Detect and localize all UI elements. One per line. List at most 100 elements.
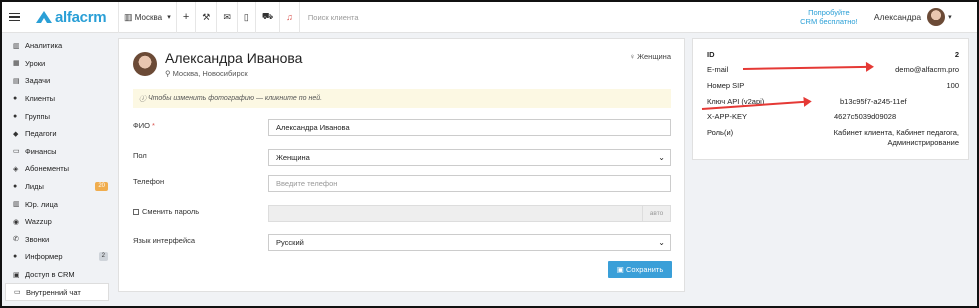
promo-link[interactable]: Попробуйте CRM бесплатно! [794,8,864,26]
building-icon: ▥ [13,201,20,209]
app-frame: alfacrm ▥ Москва ▾ + ⚒ ✉ ▯ ⛟ ♫ Поиск кли… [0,0,979,308]
info-row-x-app-key: X-APP-KEY 4627c5039d09028 [707,112,959,121]
sidebar-item-tasks[interactable]: ▤ Задачи [2,72,112,90]
sidebar-item-teachers[interactable]: ◆ Педагоги [2,125,112,143]
sidebar-item-label: Wazzup [25,217,52,227]
account-info-card: ID 2 E-mail demo@alfacrm.pro Номер SIP 100 … [692,38,969,160]
user-plus-icon: ● [13,183,18,191]
sidebar-item-label: Задачи [25,76,51,86]
search-input[interactable]: Поиск клиента [298,2,789,33]
gender-label: Пол [133,151,147,160]
city-selector[interactable]: ▥ Москва ▾ [118,2,176,33]
sidebar-item-label: Внутренний чат [26,287,81,297]
envelope-icon: ✉ [223,11,231,22]
id-label: ID [707,50,715,59]
sidebar-item-subscriptions[interactable]: ◈ Абонементы [2,160,112,178]
language-select-value: Русский [276,238,304,247]
sip-label: Номер SIP [707,81,745,90]
city-label: Москва [134,12,163,22]
alfacrm-logo-icon [36,11,52,23]
sidebar-item-calls[interactable]: ✆ Звонки [2,231,112,249]
money-icon: ▭ [13,148,20,156]
sidebar-item-analytics[interactable]: ▥ Аналитика [2,37,112,55]
sidebar-item-wazzup[interactable]: ◉ Wazzup [2,213,112,231]
change-password-checkbox[interactable] [133,209,139,216]
autogenerate-password-button[interactable]: авто [642,206,670,221]
sidebar-item-legal-entities[interactable]: ▥ Юр. лица [2,195,112,213]
caret-down-icon: ▾ [948,14,952,21]
gender-row: Пол Женщина ⌄ [133,149,671,166]
mobile-button[interactable]: ▯ [236,2,255,33]
notifications-button[interactable]: ♫ [279,2,299,33]
api-key-value: b13c95f7-a245-11ef [840,97,907,106]
profile-photo[interactable] [133,52,157,76]
sidebar-item-clients[interactable]: ● Клиенты [2,90,112,108]
mail-button[interactable]: ✉ [216,2,237,33]
info-row-sip: Номер SIP 100 [707,81,959,90]
brand-name: alfacrm [55,8,107,26]
change-password-label[interactable]: Сменить пароль [133,207,199,216]
hamburger-menu-icon[interactable] [2,2,26,33]
cart-icon: ⛟ [261,11,274,21]
phone-icon: ✆ [13,236,19,244]
sidebar-item-label: Звонки [25,234,50,244]
gender-select-value: Женщина [276,153,310,162]
informer-count-badge: 2 [98,252,108,262]
roles-value-line-1: Кабинет клиента, Кабинет педагога, [833,128,959,137]
photo-notice: ⓘ Чтобы изменить фотографию — кликните п… [133,89,671,108]
sidebar-item-label: Уроки [25,58,46,68]
bell-icon: ♫ [286,12,293,22]
user-icon: ● [13,95,18,103]
x-app-key-value: 4627c5039d09028 [834,112,897,121]
password-row: Сменить пароль авто [133,205,671,222]
avatar [927,8,946,26]
female-icon: ♀ [629,52,636,61]
sidebar-item-label: Аналитика [25,41,63,51]
language-select[interactable]: Русский ⌄ [268,234,671,251]
profile-gender: ♀ Женщина [629,52,671,61]
sip-value: 100 [946,81,959,90]
language-row: Язык интерфейса Русский ⌄ [133,234,671,251]
fio-label: ФИО * [133,121,155,130]
roles-value-line-2: Администрирование [887,138,959,147]
email-label: E-mail [707,65,729,74]
sidebar-item-informer[interactable]: ● Информер 2 [2,248,112,266]
fio-field[interactable]: Александра Иванова [268,119,671,136]
sidebar-item-finance[interactable]: ▭ Финансы [2,143,112,161]
sidebar-item-label: Доступ в CRM [25,270,75,280]
profile-card: Александра Иванова ⚲ Москва, Новосибирск… [118,38,685,292]
sidebar-item-crm-access[interactable]: ▣ Доступ в CRM [2,266,112,284]
gender-select[interactable]: Женщина ⌄ [268,149,671,166]
chart-icon: ▥ [13,42,20,50]
sidebar-item-lessons[interactable]: ▦ Уроки [2,55,112,73]
info-row-id: ID 2 [707,50,959,59]
email-value: demo@alfacrm.pro [895,65,959,74]
sidebar-item-label: Клиенты [25,94,56,104]
photo-notice-text: Чтобы изменить фотографию — кликните по … [147,95,323,102]
cart-button[interactable]: ⛟ [254,2,279,33]
add-button[interactable]: + [175,2,195,33]
sidebar-item-label: Юр. лица [25,199,58,209]
phone-row: Телефон Введите телефон [133,175,671,192]
calendar-icon: ▦ [13,60,20,68]
x-app-key-label: X-APP-KEY [707,112,748,121]
save-button[interactable]: ▣ Сохранить [608,261,672,278]
info-icon: ⓘ [139,95,146,103]
promo-line-1: Попробуйте [808,8,850,17]
change-password-text: Сменить пароль [142,207,200,216]
sidebar-item-leads[interactable]: ● Лиды 20 [2,178,112,196]
sidebar-item-groups[interactable]: ● Группы [2,107,112,125]
profile-location: ⚲ Москва, Новосибирск [165,69,248,78]
sidebar-item-internal-chat[interactable]: ▭ Внутренний чат [5,283,109,301]
sidebar-item-label: Финансы [25,146,57,156]
profile-gender-text: Женщина [637,52,671,61]
logo[interactable]: alfacrm [36,9,118,26]
user-menu[interactable]: Александра ▾ [874,8,952,26]
sidebar-item-label: Абонементы [25,164,70,174]
tasks-icon: ▤ [13,77,20,85]
phone-field[interactable]: Введите телефон [268,175,671,192]
chevron-down-icon: ⌄ [658,153,665,162]
tools-button[interactable]: ⚒ [195,2,216,33]
floppy-disk-icon: ▣ [616,265,624,274]
password-field: авто [268,205,671,222]
